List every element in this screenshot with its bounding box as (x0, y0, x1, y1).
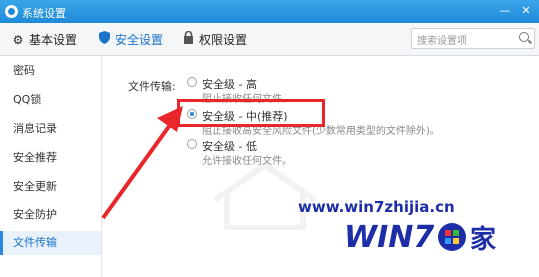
search-input[interactable]: 搜索设置项 (411, 28, 535, 49)
tab-label: 基本设置 (29, 33, 78, 47)
sidebar-item-file-transfer[interactable]: 文件传输 (0, 231, 101, 255)
shield-icon (97, 31, 111, 47)
sidebar: 密码 QQ锁 消息记录 安全推荐 安全更新 安全防护 文件传输 (0, 56, 102, 277)
sidebar-item-security-protection[interactable]: 安全防护 (0, 203, 101, 227)
search-icon[interactable] (519, 32, 529, 42)
tab-bar: ⚙ 基本设置 安全设置 权限设置 搜索设置项 (0, 23, 539, 56)
tab-label: 权限设置 (199, 33, 248, 47)
win7-logo: WIN7 家 (344, 216, 514, 256)
minimize-button[interactable]: — (496, 3, 514, 19)
file-transfer-label: 文件传输: (128, 80, 176, 93)
highlight-box (177, 99, 325, 127)
tab-basic-settings[interactable]: ⚙ 基本设置 (11, 31, 77, 49)
title-bar: 系统设置 — ✕ (0, 0, 539, 23)
tab-label: 安全设置 (115, 33, 164, 47)
annotation-arrow-icon (101, 106, 183, 220)
watermark-url: www.win7zhijia.cn (298, 198, 455, 216)
tab-permission-settings[interactable]: 权限设置 (181, 30, 248, 49)
sidebar-item-qq-lock[interactable]: QQ锁 (0, 88, 101, 112)
app-logo-icon (5, 5, 18, 18)
sidebar-item-password[interactable]: 密码 (0, 59, 101, 83)
lock-icon (181, 30, 195, 47)
sidebar-item-security-recommend[interactable]: 安全推荐 (0, 146, 101, 170)
sidebar-item-message-history[interactable]: 消息记录 (0, 117, 101, 141)
search-placeholder: 搜索设置项 (417, 36, 467, 47)
house-watermark-icon (213, 161, 317, 230)
svg-text:WIN7: WIN7 (344, 220, 434, 255)
window-title: 系统设置 (22, 7, 66, 20)
sidebar-item-security-update[interactable]: 安全更新 (0, 175, 101, 199)
gear-icon: ⚙ (12, 33, 24, 47)
svg-text:家: 家 (470, 224, 496, 255)
radio-high[interactable] (187, 77, 197, 87)
tab-security-settings[interactable]: 安全设置 (97, 31, 163, 49)
close-button[interactable]: ✕ (517, 3, 535, 19)
